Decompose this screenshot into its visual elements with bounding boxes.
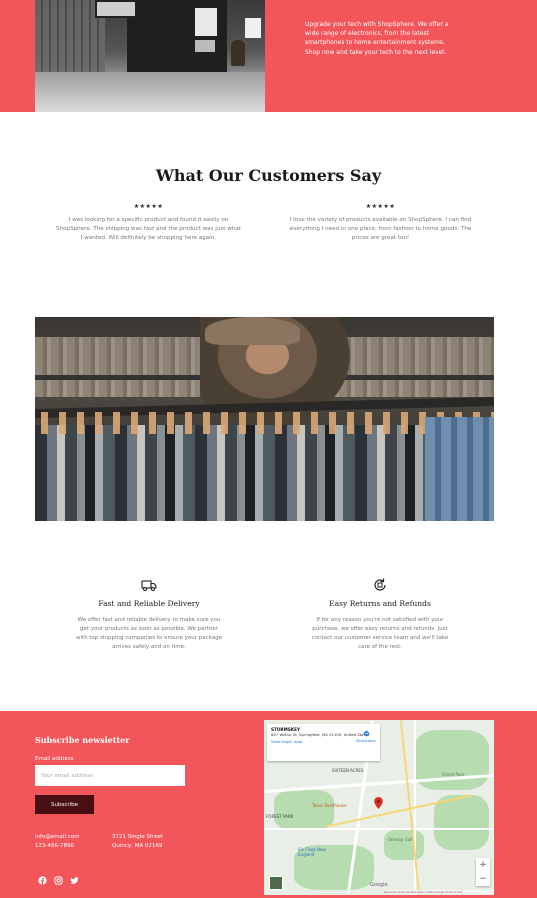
- contact-email[interactable]: info@email.com: [35, 833, 79, 842]
- zoom-in-icon[interactable]: +: [476, 858, 490, 872]
- feature-delivery: Fast and Reliable Delivery We offer fast…: [74, 577, 224, 652]
- star-rating: ★★★★★: [365, 203, 396, 210]
- map-info-card: STORMSKEY 647 Wilbur St, Springfield, MA…: [267, 724, 380, 761]
- address-line2: Quincy, MA 02169: [112, 843, 163, 849]
- feature-text: We offer fast and reliable delivery to m…: [75, 617, 222, 650]
- map-label-forest: FOREST PARK: [266, 814, 294, 819]
- map-label-fairway: Fairway Golf: [388, 837, 413, 842]
- map-zoom-controls[interactable]: + −: [476, 858, 490, 886]
- star-rating: ★★★★★: [133, 203, 164, 210]
- testimonial-text: I was looking for a specific product and…: [56, 217, 242, 241]
- directions-icon: [362, 730, 370, 737]
- clothing-rack-photo: [35, 317, 494, 521]
- feature-title: Easy Returns and Refunds: [329, 599, 431, 608]
- map-credits[interactable]: Keyboard shortcuts Map data ©2024 Google…: [384, 890, 494, 894]
- contact-info: info@email.com 123-456-7890: [35, 833, 79, 851]
- hero-street-photo: [35, 0, 265, 112]
- return-icon: [374, 578, 386, 591]
- google-logo: Google: [370, 882, 388, 888]
- social-links: [38, 870, 79, 885]
- map-label-park: Forest Park: [442, 772, 465, 777]
- subscribe-button[interactable]: Subscribe: [35, 795, 94, 814]
- hero-section: Upgrade your tech with ShopSphere. We of…: [0, 0, 537, 112]
- directions-link[interactable]: Directions: [354, 730, 378, 743]
- map-satellite-toggle[interactable]: [269, 876, 283, 890]
- testimonial-card: ★★★★★ I was looking for a specific produ…: [56, 202, 241, 243]
- email-label: Email address: [35, 756, 74, 762]
- instagram-icon[interactable]: [54, 870, 63, 885]
- feature-returns: Easy Returns and Refunds If for any reas…: [305, 577, 455, 652]
- testimonials-title: What Our Customers Say: [155, 166, 382, 185]
- address-line1: 3721 Single Street: [112, 834, 164, 840]
- feature-text: If for any reason you're not satisfied w…: [311, 617, 449, 650]
- contact-address: 3721 Single Street Quincy, MA 02169: [112, 833, 163, 851]
- truck-icon: [141, 580, 157, 592]
- map-label-texas: Texas Roadhouse: [312, 803, 347, 808]
- map-pin-icon: [374, 797, 383, 809]
- zoom-out-icon[interactable]: −: [476, 872, 490, 886]
- hero-description: Upgrade your tech with ShopSphere. We of…: [305, 21, 449, 56]
- footer: Subscribe newsletter Email address Subsc…: [0, 711, 537, 898]
- email-input[interactable]: [35, 765, 185, 786]
- feature-title: Fast and Reliable Delivery: [98, 599, 200, 608]
- contact-phone[interactable]: 123-456-7890: [35, 842, 79, 851]
- map-label-area: SIXTEEN ACRES: [332, 768, 364, 773]
- newsletter-title: Subscribe newsletter: [35, 735, 130, 745]
- location-map[interactable]: STORMSKEY 647 Wilbur St, Springfield, MA…: [264, 720, 494, 895]
- map-label-sixflags: Six Flags New England: [298, 847, 326, 857]
- facebook-icon[interactable]: [38, 870, 47, 885]
- testimonial-card: ★★★★★ I love the variety of products ava…: [288, 202, 473, 243]
- testimonial-text: I love the variety of products available…: [289, 217, 472, 241]
- twitter-icon[interactable]: [70, 870, 79, 884]
